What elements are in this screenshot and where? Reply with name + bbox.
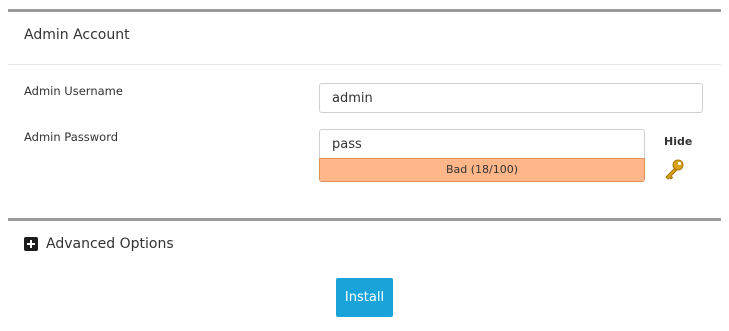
hide-password-link[interactable]: Hide [664, 135, 692, 148]
advanced-options-label: Advanced Options [46, 236, 174, 252]
admin-password-label: Admin Password [24, 130, 119, 144]
section-divider [8, 64, 721, 65]
advanced-options-toggle[interactable]: Advanced Options [24, 236, 174, 252]
password-strength-meter: Bad (18/100) [319, 158, 645, 182]
admin-username-input[interactable] [319, 83, 703, 113]
admin-username-label: Admin Username [24, 84, 123, 98]
section-title: Admin Account [24, 27, 130, 43]
password-strength-text: Bad (18/100) [445, 163, 519, 176]
plus-square-icon [24, 237, 38, 251]
middle-divider [8, 218, 721, 221]
install-button[interactable]: Install [336, 278, 393, 317]
top-divider [8, 9, 721, 12]
key-icon[interactable] [662, 158, 686, 182]
admin-password-input[interactable] [319, 129, 645, 159]
